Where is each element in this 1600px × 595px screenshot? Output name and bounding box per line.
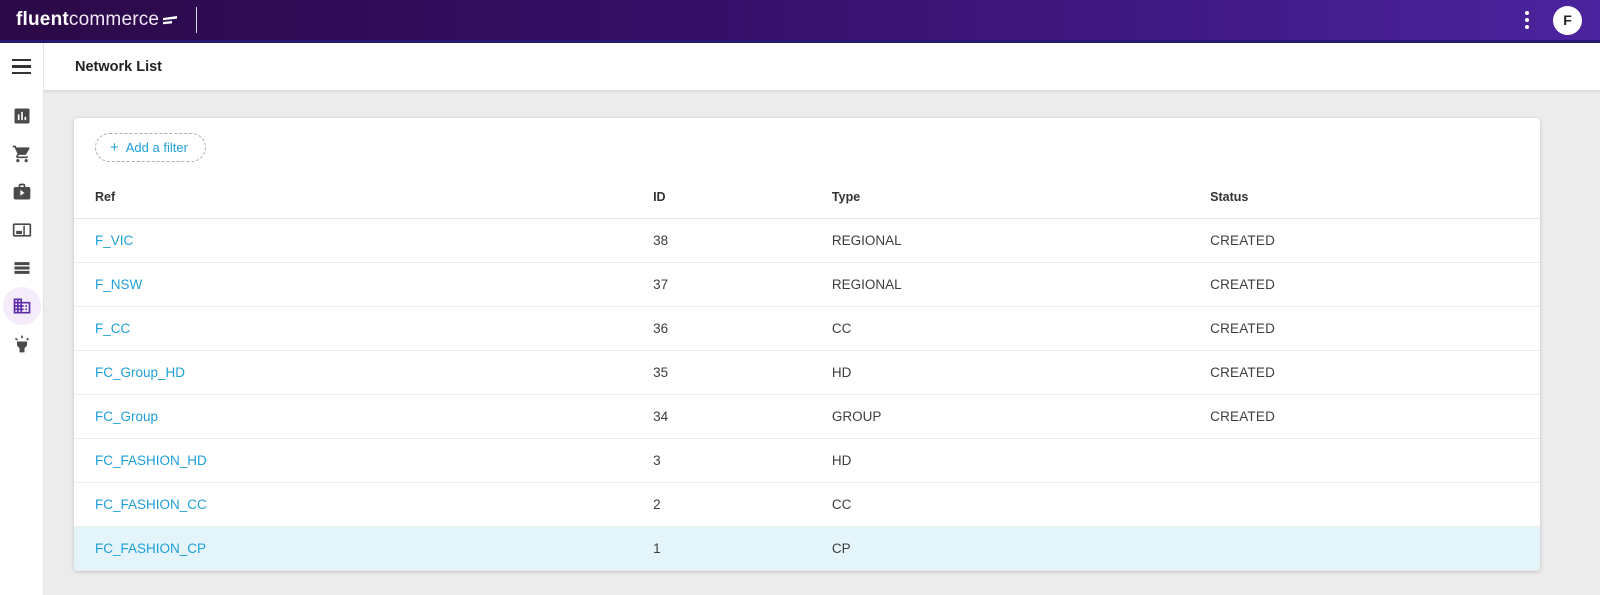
logo-glyph-icon: [162, 14, 180, 26]
building-icon: [12, 296, 32, 316]
status-cell: CREATED: [1210, 263, 1540, 307]
hamburger-menu-icon[interactable]: [0, 43, 43, 90]
sidebar-item-inventory[interactable]: [3, 249, 41, 287]
type-cell: CC: [832, 307, 1210, 351]
user-avatar[interactable]: F: [1553, 6, 1582, 35]
column-header-id[interactable]: ID: [653, 175, 832, 219]
list-view-icon: [12, 258, 32, 278]
more-options-kebab-icon[interactable]: [1517, 5, 1537, 35]
ref-link[interactable]: F_CC: [95, 321, 130, 336]
table-row[interactable]: F_CC 36 CC CREATED: [74, 307, 1540, 351]
id-cell: 36: [653, 307, 832, 351]
sidebar-item-locations[interactable]: [3, 287, 41, 325]
shopping-cart-icon: [12, 144, 32, 164]
ref-cell: FC_Group_HD: [74, 351, 653, 395]
ref-link[interactable]: FC_FASHION_HD: [95, 453, 207, 468]
table-header-row: Ref ID Type Status: [74, 175, 1540, 219]
add-filter-button[interactable]: + Add a filter: [95, 133, 206, 162]
column-header-status[interactable]: Status: [1210, 175, 1540, 219]
table-row[interactable]: FC_FASHION_CC 2 CC: [74, 483, 1540, 527]
table-row[interactable]: F_VIC 38 REGIONAL CREATED: [74, 219, 1540, 263]
type-cell: HD: [832, 439, 1210, 483]
status-cell: CREATED: [1210, 395, 1540, 439]
fluentcommerce-logo[interactable]: fluentcommerce: [16, 9, 180, 31]
network-list-card: + Add a filter Ref ID Type Status: [74, 118, 1540, 571]
type-cell: HD: [832, 351, 1210, 395]
table-row[interactable]: FC_FASHION_HD 3 HD: [74, 439, 1540, 483]
network-table: Ref ID Type Status F_VIC 38 REGIONAL: [74, 175, 1540, 571]
ref-cell: FC_FASHION_HD: [74, 439, 653, 483]
sidebar-item-fulfilment[interactable]: [3, 173, 41, 211]
id-cell: 37: [653, 263, 832, 307]
ref-link[interactable]: FC_FASHION_CP: [95, 541, 206, 556]
status-cell: [1210, 483, 1540, 527]
id-cell: 38: [653, 219, 832, 263]
table-body: F_VIC 38 REGIONAL CREATED F_NSW 37 REGIO…: [74, 219, 1540, 571]
sidebar-item-payments[interactable]: [3, 211, 41, 249]
ref-link[interactable]: F_VIC: [95, 233, 133, 248]
content-area: + Add a filter Ref ID Type Status: [44, 90, 1600, 595]
main-area: Network List + Add a filter Ref: [44, 43, 1600, 595]
column-header-type[interactable]: Type: [832, 175, 1210, 219]
status-cell: [1210, 439, 1540, 483]
sidebar-item-dashboard[interactable]: [3, 97, 41, 135]
ref-cell: F_NSW: [74, 263, 653, 307]
add-filter-label: Add a filter: [126, 140, 188, 155]
sidebar: [0, 43, 44, 595]
type-cell: REGIONAL: [832, 219, 1210, 263]
card-panel-icon: [12, 220, 32, 240]
status-cell: CREATED: [1210, 307, 1540, 351]
type-cell: CP: [832, 527, 1210, 571]
page-title: Network List: [75, 59, 162, 75]
ref-cell: F_CC: [74, 307, 653, 351]
ref-cell: FC_FASHION_CC: [74, 483, 653, 527]
status-cell: CREATED: [1210, 351, 1540, 395]
id-cell: 35: [653, 351, 832, 395]
table-row[interactable]: FC_Group 34 GROUP CREATED: [74, 395, 1540, 439]
table-row[interactable]: FC_Group_HD 35 HD CREATED: [74, 351, 1540, 395]
ref-cell: FC_Group: [74, 395, 653, 439]
page-header: Network List: [44, 43, 1600, 90]
bag-play-icon: [12, 182, 32, 202]
ref-link[interactable]: F_NSW: [95, 277, 142, 292]
topbar: fluentcommerce F: [0, 0, 1600, 43]
ref-link[interactable]: FC_Group_HD: [95, 365, 185, 380]
id-cell: 3: [653, 439, 832, 483]
table-row[interactable]: FC_FASHION_CP 1 CP: [74, 527, 1540, 571]
id-cell: 2: [653, 483, 832, 527]
id-cell: 34: [653, 395, 832, 439]
ref-cell: F_VIC: [74, 219, 653, 263]
sidebar-item-orders[interactable]: [3, 135, 41, 173]
id-cell: 1: [653, 527, 832, 571]
ref-link[interactable]: FC_Group: [95, 409, 158, 424]
bar-chart-icon: [12, 106, 32, 126]
ref-cell: FC_FASHION_CP: [74, 527, 653, 571]
ref-link[interactable]: FC_FASHION_CC: [95, 497, 207, 512]
status-cell: CREATED: [1210, 219, 1540, 263]
plus-icon: +: [110, 140, 119, 155]
table-row[interactable]: F_NSW 37 REGIONAL CREATED: [74, 263, 1540, 307]
torch-icon: [12, 334, 32, 354]
filter-bar: + Add a filter: [74, 118, 1540, 175]
type-cell: REGIONAL: [832, 263, 1210, 307]
logo-text-fluent: fluent: [16, 9, 69, 31]
column-header-ref[interactable]: Ref: [74, 175, 653, 219]
sidebar-nav: [3, 97, 41, 363]
topbar-divider: [196, 7, 197, 33]
logo-text-commerce: commerce: [69, 9, 159, 31]
sidebar-item-insights[interactable]: [3, 325, 41, 363]
type-cell: GROUP: [832, 395, 1210, 439]
type-cell: CC: [832, 483, 1210, 527]
status-cell: [1210, 527, 1540, 571]
